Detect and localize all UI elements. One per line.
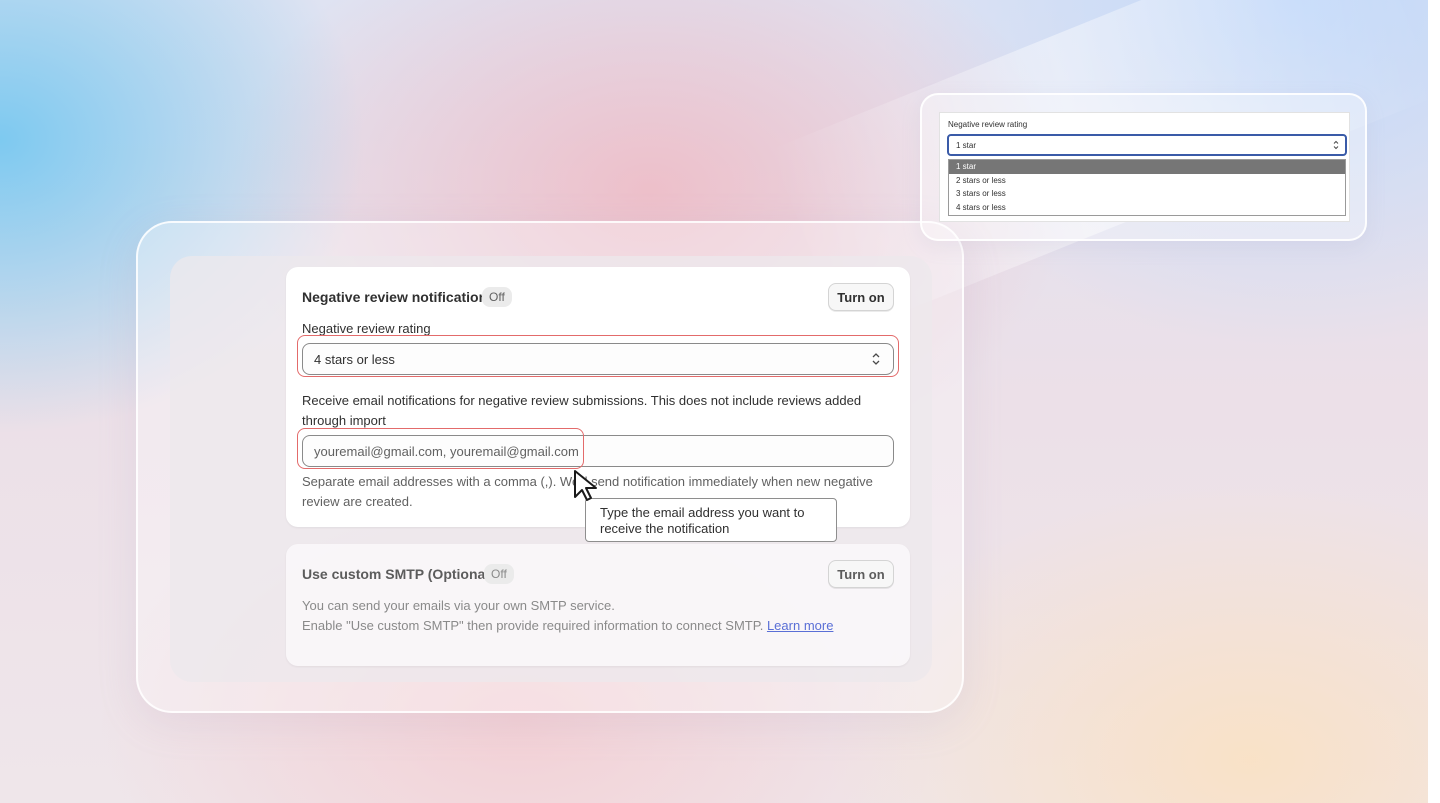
smtp-turn-on-button[interactable]: Turn on: [828, 560, 894, 588]
status-badge: Off: [482, 287, 512, 307]
smtp-line-2-text: Enable "Use custom SMTP" then provide re…: [302, 618, 764, 633]
smtp-line-1: You can send your emails via your own SM…: [302, 598, 615, 613]
dropdown-label: Negative review rating: [948, 120, 1028, 129]
email-help-text-line-1: Separate email addresses with a comma (,…: [302, 474, 873, 489]
smtp-status-badge: Off: [484, 564, 514, 584]
settings-frame: Negative review notification Off Turn on…: [136, 221, 964, 713]
settings-panel: Negative review notification Off Turn on…: [170, 256, 932, 682]
dropdown-select[interactable]: 1 star: [947, 134, 1347, 156]
right-edge: [1428, 0, 1440, 803]
rating-select-value: 4 stars or less: [314, 351, 395, 367]
negative-review-card: Negative review notification Off Turn on…: [286, 267, 910, 527]
dropdown-option[interactable]: 4 stars or less: [949, 201, 1345, 215]
dropdown-option[interactable]: 3 stars or less: [949, 187, 1345, 201]
chevron-up-down-icon: [872, 353, 880, 365]
dropdown-option[interactable]: 2 stars or less: [949, 174, 1345, 188]
email-help-text-line-2: review are created.: [302, 494, 413, 509]
smtp-card: Use custom SMTP (Optional) Off Turn on Y…: [286, 544, 910, 666]
chevron-up-down-icon: [1333, 140, 1339, 150]
rating-select[interactable]: 4 stars or less: [302, 343, 894, 375]
smtp-card-title: Use custom SMTP (Optional): [302, 566, 494, 582]
rating-label: Negative review rating: [302, 321, 431, 336]
dropdown-option[interactable]: 1 star: [949, 160, 1345, 174]
turn-on-button[interactable]: Turn on: [828, 283, 894, 311]
email-input-value: youremail@gmail.com, youremail@gmail.com: [314, 443, 579, 459]
dropdown-preview: Negative review rating 1 star 1 star 2 s…: [939, 112, 1350, 222]
learn-more-link[interactable]: Learn more: [767, 618, 833, 633]
smtp-line-2: Enable "Use custom SMTP" then provide re…: [302, 616, 833, 636]
dropdown-selected-value: 1 star: [956, 140, 977, 150]
email-input[interactable]: youremail@gmail.com, youremail@gmail.com: [302, 435, 894, 467]
dropdown-options-list: 1 star 2 stars or less 3 stars or less 4…: [948, 159, 1346, 216]
card-title: Negative review notification: [302, 289, 488, 305]
email-tooltip: Type the email address you want to recei…: [585, 498, 837, 542]
mouse-pointer-icon: [574, 470, 597, 501]
dropdown-preview-frame: Negative review rating 1 star 1 star 2 s…: [920, 93, 1367, 241]
email-description: Receive email notifications for negative…: [302, 393, 862, 428]
